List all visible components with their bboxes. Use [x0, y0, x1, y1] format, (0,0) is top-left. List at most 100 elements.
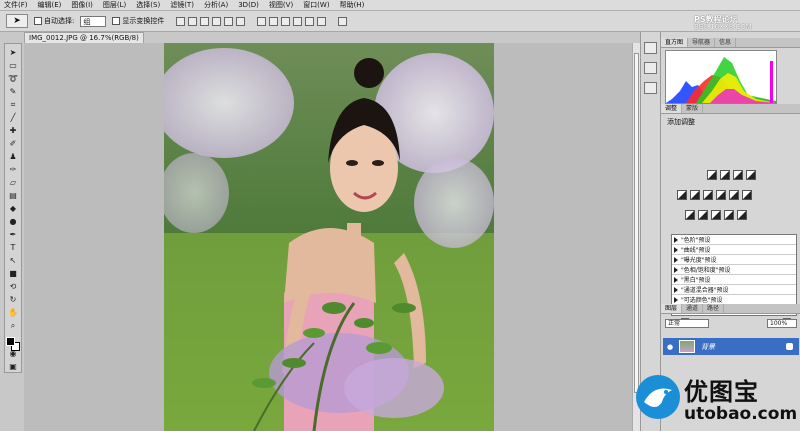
tab-layers[interactable]: 图层: [661, 304, 683, 313]
crop-icon[interactable]: ⌗: [7, 99, 20, 110]
screen-mode-icon[interactable]: ▣: [7, 361, 20, 372]
tab-channels[interactable]: 通道: [682, 304, 704, 313]
tab-masks[interactable]: 蒙版: [682, 104, 704, 113]
menu-help[interactable]: 帮助(H): [340, 0, 365, 10]
menu-file[interactable]: 文件(F): [4, 0, 28, 10]
auto-select-dropdown[interactable]: 组: [80, 15, 107, 27]
threshold-icon[interactable]: [711, 210, 721, 220]
auto-select-checkbox[interactable]: [34, 17, 42, 25]
preset-exposure[interactable]: "曝光度"预设: [672, 255, 796, 265]
tab-adjustments[interactable]: 调整: [661, 104, 683, 113]
eraser-icon[interactable]: ▱: [7, 177, 20, 188]
document-tab[interactable]: IMG_0012.JPG @ 16.7%(RGB/8): [24, 32, 144, 43]
selective-color-icon[interactable]: [737, 210, 747, 220]
healing-icon[interactable]: ✚: [7, 125, 20, 136]
preset-channel-mixer[interactable]: "通道混合器"预设: [672, 285, 796, 295]
adjustment-icons-row-1: [707, 170, 756, 180]
channel-mixer-icon[interactable]: [742, 190, 752, 200]
layer-name[interactable]: 背景: [701, 342, 715, 352]
distribute-top-icon[interactable]: [257, 16, 267, 26]
opacity-field[interactable]: 100%: [767, 318, 797, 328]
show-transform-checkbox[interactable]: [112, 17, 121, 25]
gradient-map-icon[interactable]: [724, 210, 734, 220]
move-icon[interactable]: ➤: [7, 47, 20, 58]
hand-icon[interactable]: ✋: [7, 307, 20, 318]
layer-row-background[interactable]: ● 背景: [663, 338, 799, 355]
invert-icon[interactable]: [685, 210, 695, 220]
type-icon[interactable]: T: [7, 242, 20, 253]
align-vcenter-icon[interactable]: [188, 16, 198, 26]
blend-mode-dropdown[interactable]: 正常: [665, 318, 709, 328]
menu-view[interactable]: 视图(V): [269, 0, 293, 10]
preset-label: "通道混合器"预设: [681, 287, 729, 294]
lasso-icon[interactable]: ➰: [7, 73, 20, 84]
tool-presets-icon[interactable]: [644, 82, 657, 94]
levels-icon[interactable]: [720, 170, 730, 180]
auto-select-option[interactable]: 自动选择:: [34, 16, 74, 26]
photo-filter-icon[interactable]: [729, 190, 739, 200]
color-swatches[interactable]: [6, 337, 20, 351]
document-photo[interactable]: [164, 43, 494, 431]
tab-navigator[interactable]: 导航器: [688, 38, 716, 47]
menu-edit[interactable]: 编辑(E): [38, 0, 62, 10]
gradient-icon[interactable]: ▤: [7, 190, 20, 201]
align-right-icon[interactable]: [236, 16, 246, 26]
color-balance-icon[interactable]: [703, 190, 713, 200]
exposure-icon[interactable]: [746, 170, 756, 180]
clone-stamp-icon[interactable]: ♟: [7, 151, 20, 162]
align-top-icon[interactable]: [176, 16, 186, 26]
menu-analysis[interactable]: 分析(A): [204, 0, 228, 10]
hue-saturation-icon[interactable]: [690, 190, 700, 200]
tab-histogram[interactable]: 直方图: [661, 38, 689, 47]
auto-align-buttons: [338, 16, 348, 26]
auto-align-icon[interactable]: [338, 16, 348, 26]
pen-icon[interactable]: ✒: [7, 229, 20, 240]
blur-icon[interactable]: ◆: [7, 203, 20, 214]
distribute-vcenter-icon[interactable]: [269, 16, 279, 26]
curves-icon[interactable]: [733, 170, 743, 180]
history-panel-icon[interactable]: [644, 42, 657, 54]
brightness-icon[interactable]: [707, 170, 717, 180]
align-left-icon[interactable]: [212, 16, 222, 26]
menu-image[interactable]: 图像(I): [71, 0, 93, 10]
preset-levels[interactable]: "色阶"预设: [672, 235, 796, 245]
quick-select-icon[interactable]: ✎: [7, 86, 20, 97]
show-transform-option[interactable]: 显示变换控件: [112, 16, 164, 26]
tab-paths[interactable]: 路径: [703, 304, 725, 313]
align-hcenter-icon[interactable]: [224, 16, 234, 26]
layers-panel-tabs: 图层 通道 路径: [661, 304, 800, 314]
preset-black-white[interactable]: "黑白"预设: [672, 275, 796, 285]
distribute-right-icon[interactable]: [317, 16, 327, 26]
preset-hue-saturation[interactable]: "色相/饱和度"预设: [672, 265, 796, 275]
zoom-icon[interactable]: ⌕: [7, 320, 20, 331]
history-brush-icon[interactable]: ✑: [7, 164, 20, 175]
foreground-color-swatch[interactable]: [6, 337, 15, 346]
menu-filter[interactable]: 滤镜(T): [170, 0, 194, 10]
tab-info[interactable]: 信息: [715, 38, 737, 47]
shape-icon[interactable]: ■: [7, 268, 20, 279]
marquee-icon[interactable]: ▭: [7, 60, 20, 71]
distribute-left-icon[interactable]: [293, 16, 303, 26]
posterize-icon[interactable]: [698, 210, 708, 220]
preset-curves[interactable]: "曲线"预设: [672, 245, 796, 255]
menu-select[interactable]: 选择(S): [136, 0, 160, 10]
black-white-icon[interactable]: [716, 190, 726, 200]
eyedropper-icon[interactable]: ╱: [7, 112, 20, 123]
canvas-area[interactable]: [24, 43, 632, 431]
align-bottom-icon[interactable]: [200, 16, 210, 26]
dodge-icon[interactable]: ●: [7, 216, 20, 227]
menu-3d[interactable]: 3D(D): [238, 1, 259, 9]
path-select-icon[interactable]: ↖: [7, 255, 20, 266]
move-tool-preset-icon[interactable]: ➤: [6, 14, 28, 28]
brush-icon[interactable]: ✐: [7, 138, 20, 149]
actions-panel-icon[interactable]: [644, 62, 657, 74]
scrollbar-thumb[interactable]: [634, 53, 639, 393]
eye-icon[interactable]: ●: [665, 342, 675, 352]
distribute-hcenter-icon[interactable]: [305, 16, 315, 26]
menu-window[interactable]: 窗口(W): [303, 0, 329, 10]
distribute-bottom-icon[interactable]: [281, 16, 291, 26]
3d-orbit-icon[interactable]: ↻: [7, 294, 20, 305]
menu-layer[interactable]: 图层(L): [103, 0, 126, 10]
3d-rotate-icon[interactable]: ⟲: [7, 281, 20, 292]
vibrance-icon[interactable]: [677, 190, 687, 200]
